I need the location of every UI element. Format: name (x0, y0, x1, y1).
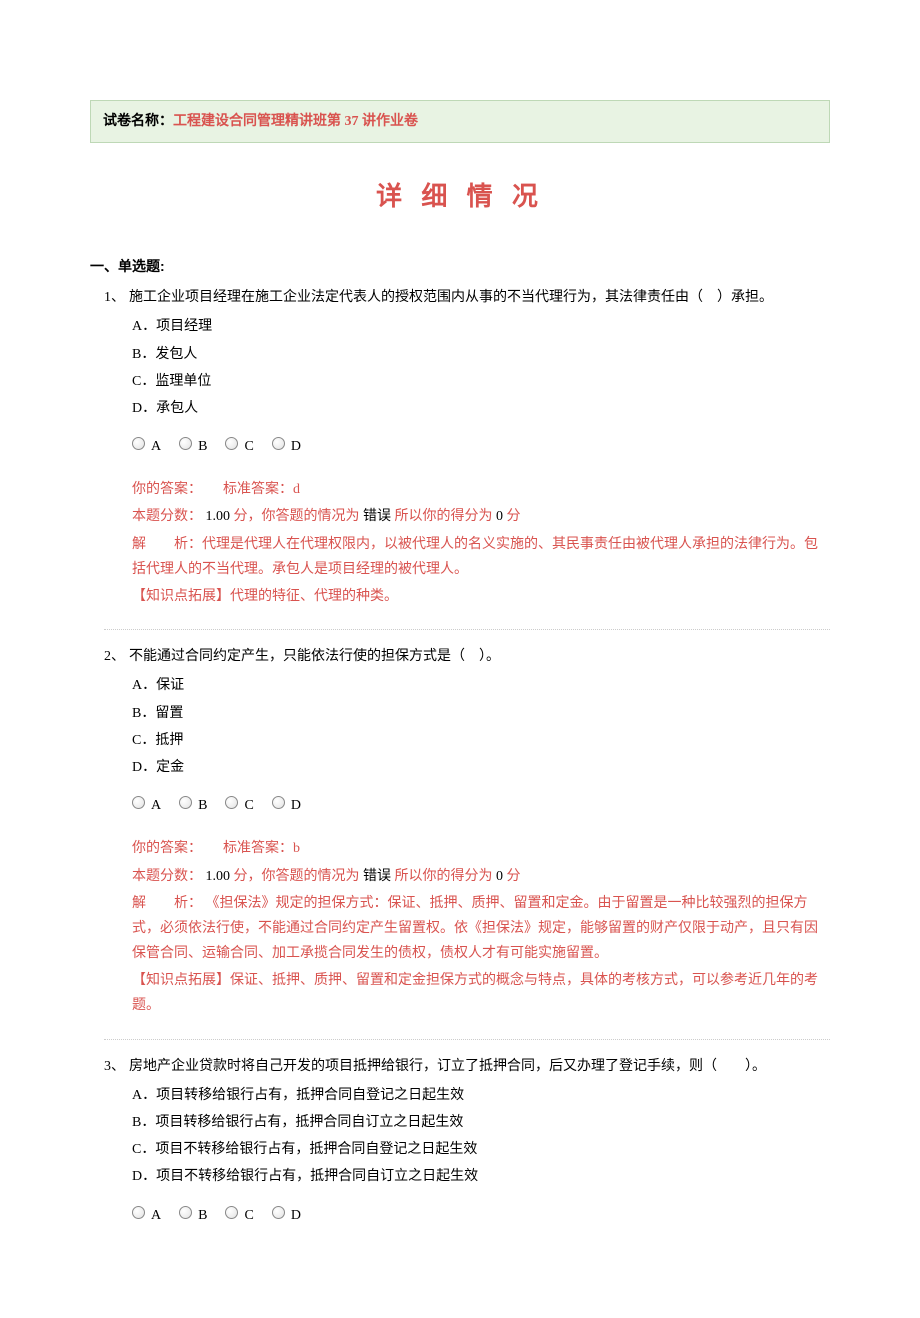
option: D．承包人 (132, 396, 830, 421)
radio-label: B (198, 1208, 207, 1223)
radio-circle-icon (179, 1206, 192, 1219)
score-line: 本题分数： 1.00 分，你答题的情况为 错误 所以你的得分为 0 分 (132, 864, 830, 889)
radio-circle-icon (132, 437, 145, 450)
standard-answer: 标准答案：d (209, 482, 300, 497)
answer-block: 你的答案： 标准答案：d 本题分数： 1.00 分，你答题的情况为 错误 所以你的… (132, 477, 830, 609)
radio-label: B (198, 439, 207, 454)
option-list: A．项目转移给银行占有，抵押合同自登记之日起生效B．项目转移给银行占有，抵押合同… (132, 1083, 830, 1190)
option: A．保证 (132, 673, 830, 698)
option: C．抵押 (132, 728, 830, 753)
question-stem: 房地产企业贷款时将自己开发的项目抵押给银行，订立了抵押合同，后又办理了登记手续，… (129, 1054, 830, 1079)
radio-label: D (291, 439, 301, 454)
explanation: 解析：代理是代理人在代理权限内，以被代理人的名义实施的、其民事责任由被代理人承担… (132, 532, 830, 582)
your-answer-label: 你的答案： (132, 841, 195, 856)
radio-label: A (151, 1208, 161, 1223)
radio-label: C (244, 1208, 253, 1223)
radio-label: D (291, 1208, 301, 1223)
question-number: 3、 (104, 1054, 125, 1079)
radio-circle-icon (272, 1206, 285, 1219)
radio-circle-icon (225, 796, 238, 809)
knowledge-extension: 【知识点拓展】保证、抵押、质押、留置和定金担保方式的概念与特点，具体的考核方式，… (132, 968, 830, 1018)
radio-option[interactable]: A (132, 790, 161, 818)
radio-label: B (198, 798, 207, 813)
radio-option[interactable]: B (179, 1200, 207, 1228)
radio-circle-icon (272, 437, 285, 450)
radio-label: A (151, 439, 161, 454)
question: 1、施工企业项目经理在施工企业法定代表人的授权范围内从事的不当代理行为，其法律责… (104, 285, 830, 630)
radio-option[interactable]: B (179, 431, 207, 459)
question-stem: 不能通过合同约定产生，只能依法行使的担保方式是（ ）。 (129, 644, 830, 669)
section-title: 一、单选题: (90, 254, 830, 279)
exam-title-bar: 试卷名称：工程建设合同管理精讲班第 37 讲作业卷 (90, 100, 830, 143)
answer-block: 你的答案： 标准答案：b 本题分数： 1.00 分，你答题的情况为 错误 所以你的… (132, 836, 830, 1018)
radio-circle-icon (225, 437, 238, 450)
option: C．项目不转移给银行占有，抵押合同自登记之日起生效 (132, 1137, 830, 1162)
radio-circle-icon (132, 796, 145, 809)
question: 3、房地产企业贷款时将自己开发的项目抵押给银行，订立了抵押合同，后又办理了登记手… (104, 1054, 830, 1264)
radio-option[interactable]: D (272, 790, 301, 818)
exam-title-label: 试卷名称： (103, 114, 173, 129)
knowledge-extension: 【知识点拓展】代理的特征、代理的种类。 (132, 584, 830, 609)
option: C．监理单位 (132, 369, 830, 394)
radio-option[interactable]: C (225, 1200, 253, 1228)
radio-group: A B C D (132, 1200, 830, 1228)
radio-label: A (151, 798, 161, 813)
question-number: 1、 (104, 285, 125, 310)
radio-option[interactable]: A (132, 431, 161, 459)
radio-circle-icon (179, 796, 192, 809)
option-list: A．保证 B．留置C．抵押D．定金 (132, 673, 830, 780)
option: B．留置 (132, 701, 830, 726)
radio-circle-icon (132, 1206, 145, 1219)
option: D．定金 (132, 755, 830, 780)
your-answer-label: 你的答案： (132, 482, 195, 497)
radio-label: C (244, 439, 253, 454)
radio-option[interactable]: D (272, 1200, 301, 1228)
option: A．项目经理 (132, 314, 830, 339)
page-title: 详 细 情 况 (90, 173, 830, 220)
question-stem: 施工企业项目经理在施工企业法定代表人的授权范围内从事的不当代理行为，其法律责任由… (129, 285, 830, 310)
exam-title-value: 工程建设合同管理精讲班第 37 讲作业卷 (173, 114, 418, 129)
option: B．项目转移给银行占有，抵押合同自订立之日起生效 (132, 1110, 830, 1135)
radio-option[interactable]: B (179, 790, 207, 818)
option: A．项目转移给银行占有，抵押合同自登记之日起生效 (132, 1083, 830, 1108)
radio-label: D (291, 798, 301, 813)
radio-option[interactable]: C (225, 431, 253, 459)
option: B．发包人 (132, 342, 830, 367)
radio-option[interactable]: C (225, 790, 253, 818)
explanation: 解析： 《担保法》规定的担保方式：保证、抵押、质押、留置和定金。由于留置是一种比… (132, 891, 830, 967)
radio-label: C (244, 798, 253, 813)
radio-option[interactable]: A (132, 1200, 161, 1228)
standard-answer: 标准答案：b (209, 841, 300, 856)
radio-circle-icon (272, 796, 285, 809)
radio-group: A B C D (132, 431, 830, 459)
option-list: A．项目经理 B．发包人C．监理单位D．承包人 (132, 314, 830, 421)
radio-group: A B C D (132, 790, 830, 818)
radio-option[interactable]: D (272, 431, 301, 459)
question-number: 2、 (104, 644, 125, 669)
radio-circle-icon (225, 1206, 238, 1219)
score-line: 本题分数： 1.00 分，你答题的情况为 错误 所以你的得分为 0 分 (132, 504, 830, 529)
question: 2、不能通过合同约定产生，只能依法行使的担保方式是（ ）。 A．保证 B．留置C．抵… (104, 644, 830, 1039)
radio-circle-icon (179, 437, 192, 450)
option: D．项目不转移给银行占有，抵押合同自订立之日起生效 (132, 1164, 830, 1189)
